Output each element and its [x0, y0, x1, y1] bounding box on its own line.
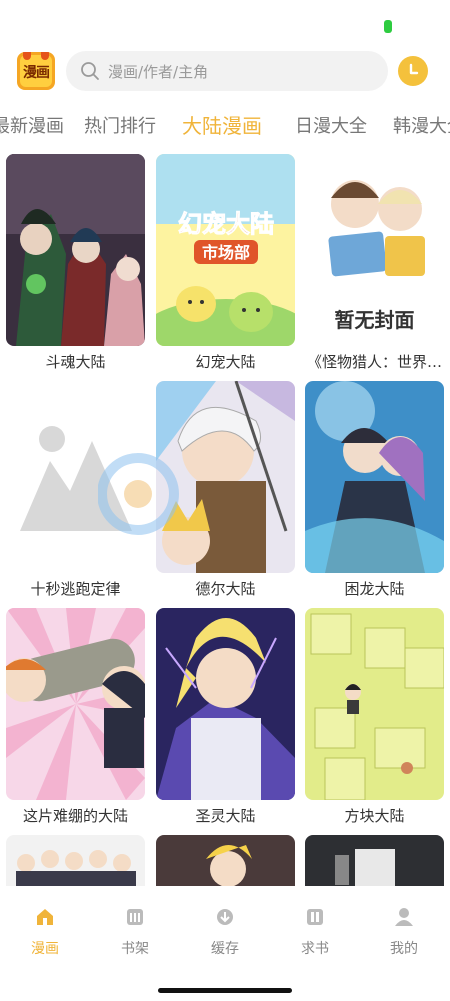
- comic-cover-placeholder: [6, 381, 145, 573]
- book-request-icon: [307, 909, 323, 925]
- profile-icon: [395, 908, 413, 926]
- comic-cover: [156, 381, 295, 573]
- category-tabs: 最新漫画 热门排行 大陆漫画 日漫大全 韩漫大全: [0, 104, 450, 144]
- comic-cover: [6, 835, 145, 886]
- logo-ear-left: [23, 52, 31, 60]
- tab-latest[interactable]: 最新漫画: [0, 112, 64, 138]
- comic-cover: [305, 608, 444, 800]
- bookshelf-icon: [127, 909, 143, 925]
- nav-comics-label: 漫画: [31, 941, 59, 957]
- comic-title: 幻宠大陆: [195, 353, 256, 371]
- comic-title: 十秒逃跑定律: [30, 580, 121, 598]
- nav-request[interactable]: 求书: [285, 906, 345, 958]
- comic-title: 圣灵大陆: [195, 807, 256, 825]
- comic-cover: [6, 608, 145, 800]
- comic-cover: 幻宠大陆 市场部: [156, 154, 295, 346]
- nav-comics[interactable]: 漫画: [15, 906, 75, 958]
- comic-cover: [305, 381, 444, 573]
- history-button[interactable]: [398, 56, 428, 86]
- status-bar: [0, 0, 450, 44]
- logo-ear-right: [41, 52, 49, 60]
- nav-bookshelf[interactable]: 书架: [105, 906, 165, 958]
- no-cover-label: 暂无封面: [334, 308, 415, 332]
- search-placeholder: 漫画/作者/主角: [108, 63, 209, 81]
- tab-korean[interactable]: 韩漫大全: [393, 112, 450, 138]
- comic-title: 德尔大陆: [195, 580, 256, 598]
- nav-profile-label: 我的: [390, 941, 418, 957]
- tab-mainland[interactable]: 大陆漫画: [182, 110, 262, 139]
- comic-title: 这片难绷的大陆: [22, 807, 128, 825]
- comic-grid: 斗魂大陆 幻宠大陆 市场部 幻宠大陆 暂无封面 《怪物猎人：世界… 十秒逃跑定律…: [0, 154, 450, 886]
- comic-cover: [6, 154, 145, 346]
- nav-bookshelf-label: 书架: [121, 941, 149, 957]
- nav-cache-label: 缓存: [211, 941, 239, 957]
- comic-cover: [156, 608, 295, 800]
- download-icon: [217, 909, 233, 925]
- search-icon: [81, 62, 99, 80]
- cover-title-line2: 市场部: [202, 243, 250, 262]
- home-indicator: [158, 988, 292, 993]
- home-icon: [37, 909, 53, 925]
- comic-title: 《怪物猎人：世界…: [306, 353, 442, 371]
- app-logo[interactable]: 漫画: [17, 52, 55, 90]
- tab-japanese[interactable]: 日漫大全: [295, 112, 367, 138]
- clock-icon: [409, 63, 419, 75]
- comic-title: 方块大陆: [344, 807, 405, 825]
- bottom-tab-bar: 漫画 书架 缓存 求书 我的: [0, 886, 450, 1001]
- comic-cover: [156, 835, 295, 886]
- nav-cache[interactable]: 缓存: [195, 906, 255, 958]
- comic-cover: 暂无封面: [305, 154, 444, 346]
- battery-indicator-icon: [384, 20, 392, 33]
- nav-request-label: 求书: [301, 941, 329, 957]
- header: 漫画 漫画/作者/主角: [0, 48, 450, 96]
- cover-title-line1: 幻宠大陆: [178, 210, 274, 238]
- comic-cover: [305, 835, 444, 886]
- search-input[interactable]: 漫画/作者/主角: [66, 51, 388, 91]
- tab-hot-ranking[interactable]: 热门排行: [84, 112, 156, 138]
- comic-title: 斗魂大陆: [45, 353, 106, 371]
- comic-title: 困龙大陆: [344, 580, 405, 598]
- logo-text: 漫画: [23, 65, 50, 81]
- nav-profile[interactable]: 我的: [374, 906, 434, 958]
